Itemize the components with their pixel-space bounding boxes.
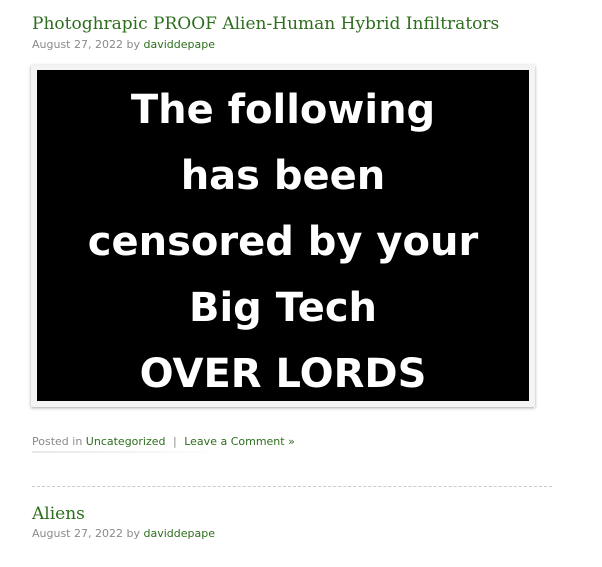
post-title-link[interactable]: Photoghrapic PROOF Alien-Human Hybrid In… xyxy=(32,14,499,34)
censored-notice-image[interactable]: The following has been censored by your … xyxy=(37,70,529,401)
post-image-frame: The following has been censored by your … xyxy=(31,65,535,407)
posted-in-label: Posted in xyxy=(32,435,83,448)
post-date: August 27, 2022 xyxy=(32,38,123,51)
image-text-line: OVER LORDS xyxy=(139,351,427,397)
post-author-link[interactable]: daviddepape xyxy=(143,527,215,540)
post-by-label: by xyxy=(126,527,140,540)
post-title-link[interactable]: Aliens xyxy=(32,504,85,524)
post-meta: August 27, 2022 by daviddepape xyxy=(32,527,215,540)
image-text-line: censored by your xyxy=(87,219,479,265)
footer-shadow xyxy=(32,451,222,453)
footer-separator: | xyxy=(173,435,177,448)
post-title[interactable]: Photoghrapic PROOF Alien-Human Hybrid In… xyxy=(32,14,499,34)
image-text-line: Big Tech xyxy=(188,285,378,331)
post-divider xyxy=(32,486,552,487)
leave-comment-link[interactable]: Leave a Comment » xyxy=(184,435,295,448)
post-title[interactable]: Aliens xyxy=(32,504,85,524)
image-text-line: has been xyxy=(180,153,386,199)
category-link[interactable]: Uncategorized xyxy=(86,435,166,448)
post-date: August 27, 2022 xyxy=(32,527,123,540)
post-footer: Posted in Uncategorized | Leave a Commen… xyxy=(32,435,295,448)
post-by-label: by xyxy=(126,38,140,51)
post-meta: August 27, 2022 by daviddepape xyxy=(32,38,215,51)
post-author-link[interactable]: daviddepape xyxy=(143,38,215,51)
image-text-line: The following xyxy=(130,87,436,133)
